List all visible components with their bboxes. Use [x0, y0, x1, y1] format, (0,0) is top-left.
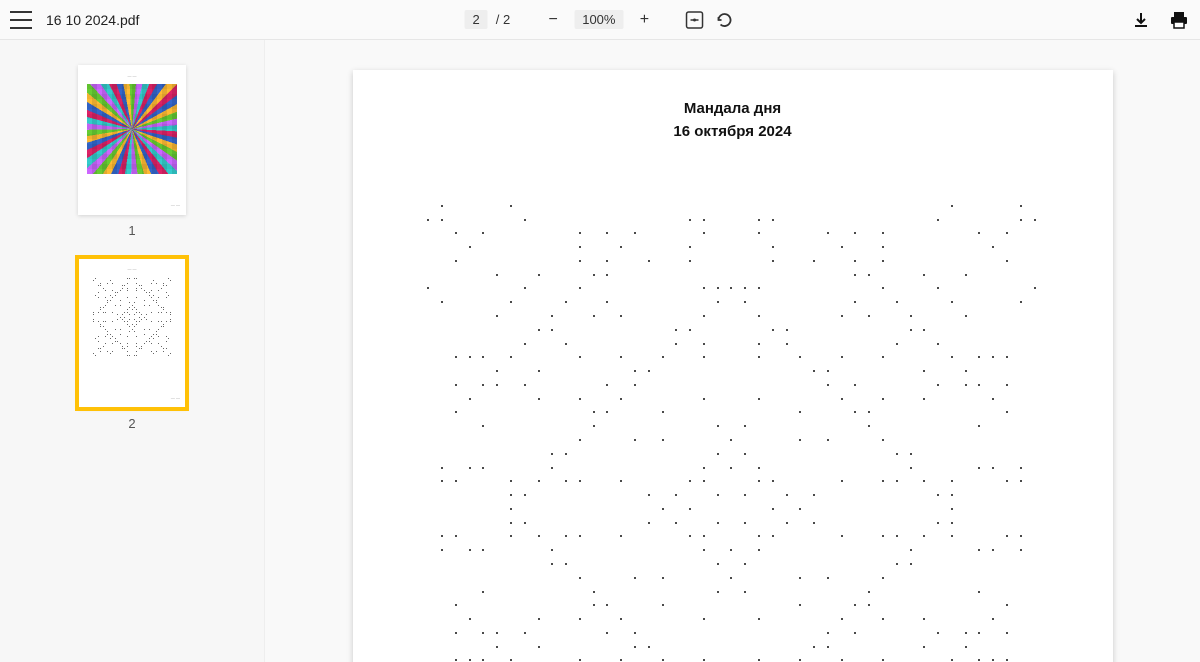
page-total-label: / 2 — [496, 12, 510, 27]
thumbnail-header-text: — — — [127, 73, 136, 78]
thumbnail-sidebar[interactable]: — — — — 1 — — — — 2 — [0, 40, 265, 662]
print-icon[interactable] — [1168, 9, 1190, 31]
toolbar-left: 16 10 2024.pdf — [10, 11, 139, 29]
thumbnail-number: 2 — [128, 416, 135, 431]
fit-page-icon[interactable] — [683, 9, 705, 31]
thumbnail[interactable]: — — — — — [78, 65, 186, 215]
zoom-out-button[interactable]: − — [540, 7, 566, 33]
zoom-in-button[interactable]: + — [631, 7, 657, 33]
thumbnail-page-1[interactable]: — — — — 1 — [78, 65, 186, 238]
document-filename: 16 10 2024.pdf — [46, 12, 139, 28]
toolbar: 16 10 2024.pdf 2 / 2 − 100% + — [0, 0, 1200, 40]
mandala-dot-pattern — [423, 200, 1043, 662]
toolbar-right — [1130, 9, 1190, 31]
main-view[interactable]: Мандала дня 16 октября 2024 — [265, 40, 1200, 662]
page-subtitle: 16 октября 2024 — [673, 123, 791, 140]
page-number-input[interactable]: 2 — [465, 10, 488, 29]
thumbnail-number: 1 — [128, 223, 135, 238]
thumbnail-header-text: — — — [127, 266, 136, 271]
pdf-page: Мандала дня 16 октября 2024 — [353, 70, 1113, 662]
rotate-icon[interactable] — [713, 9, 735, 31]
download-icon[interactable] — [1130, 9, 1152, 31]
thumbnail-mandala-color-image — [87, 84, 177, 174]
zoom-level[interactable]: 100% — [574, 10, 623, 29]
thumbnail-footer-text: — — — [171, 202, 180, 207]
thumbnail-mandala-dot-pattern — [92, 277, 172, 357]
thumbnail-footer-text: — — — [171, 395, 180, 400]
menu-icon[interactable] — [10, 11, 32, 29]
thumbnail[interactable]: — — — — — [78, 258, 186, 408]
body: — — — — 1 — — — — 2 Мандала дня 16 октяб… — [0, 40, 1200, 662]
page-title: Мандала дня — [684, 100, 781, 117]
toolbar-center: 2 / 2 − 100% + — [465, 7, 736, 33]
thumbnail-page-2[interactable]: — — — — 2 — [78, 258, 186, 431]
